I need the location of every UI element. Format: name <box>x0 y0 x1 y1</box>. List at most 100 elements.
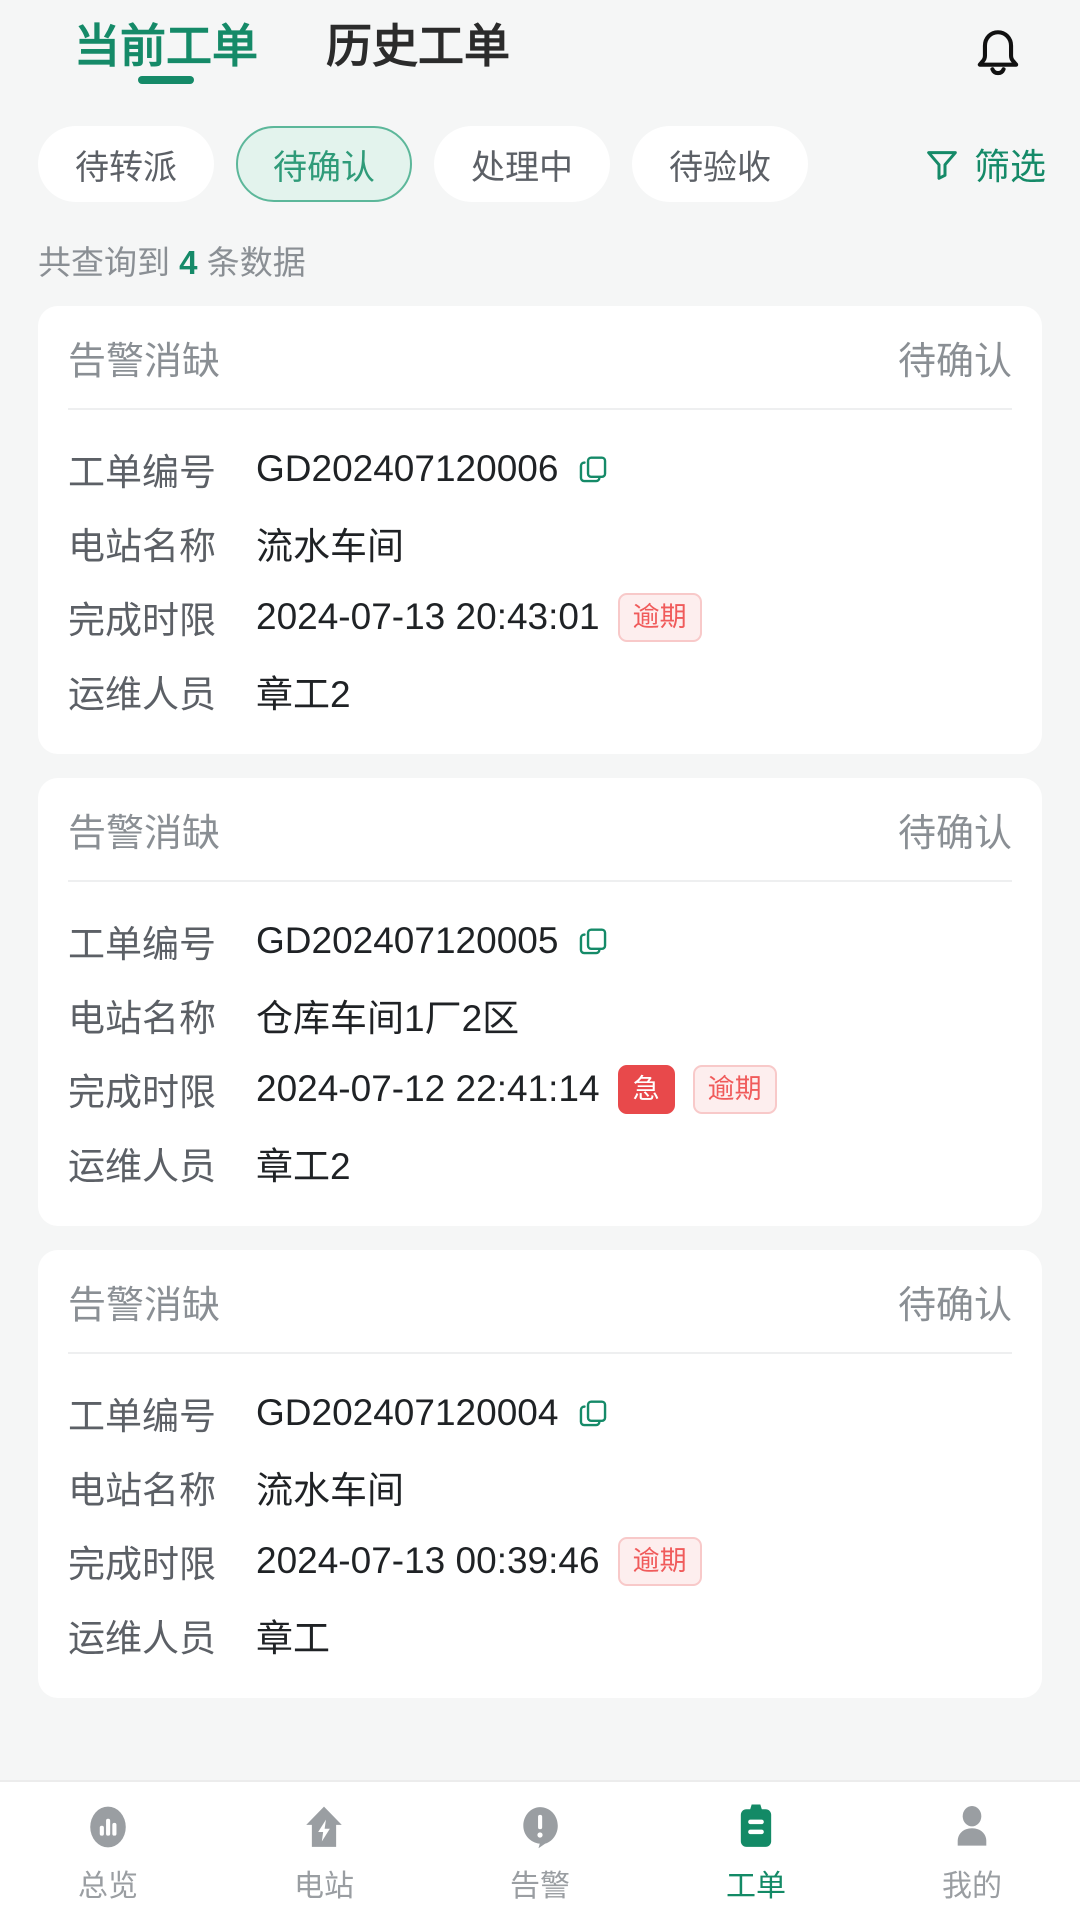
card-type: 告警消缺 <box>68 812 221 855</box>
copy-icon[interactable] <box>576 1396 610 1430</box>
filter-button-label: 筛选 <box>973 146 1046 187</box>
nav-item-overview[interactable]: 总览 <box>0 1797 216 1905</box>
label-deadline: 完成时限 <box>68 1544 216 1585</box>
nav-item-alarm-label: 告警 <box>510 1870 570 1903</box>
bell-icon <box>977 30 1019 76</box>
clipboard-icon-glyph <box>740 1804 772 1847</box>
filter-button[interactable]: 筛选 <box>922 138 1080 190</box>
result-count-prefix: 共查询到 <box>38 244 170 281</box>
value-deadline: 2024-07-12 22:41:14 <box>256 1068 600 1109</box>
card-status: 待确认 <box>897 812 1012 855</box>
chip-in-progress-label: 处理中 <box>471 148 573 187</box>
card-status: 待确认 <box>897 340 1012 383</box>
row-operator: 运维人员 章工 <box>68 1598 1012 1672</box>
result-count-suffix: 条数据 <box>206 244 306 281</box>
value-order-no: GD202407120006 <box>256 448 559 489</box>
row-operator: 运维人员 章工2 <box>68 654 1012 728</box>
nav-item-station-label: 电站 <box>294 1870 354 1903</box>
notification-button[interactable] <box>950 6 1046 102</box>
nav-item-profile[interactable]: 我的 <box>864 1797 1080 1905</box>
bottom-navigation: 总览 电站 告警 工单 我的 <box>0 1780 1080 1920</box>
person-icon <box>946 1797 998 1853</box>
copy-icon-glyph <box>580 1400 607 1427</box>
funnel-icon <box>927 151 957 180</box>
value-order-no-wrap: GD202407120005 <box>256 920 610 962</box>
work-order-card[interactable]: 告警消缺 待确认 工单编号 GD202407120006 电站名称 流水车间 完… <box>38 306 1042 754</box>
nav-item-work-order[interactable]: 工单 <box>648 1797 864 1905</box>
nav-item-work-order-label: 工单 <box>726 1870 786 1903</box>
chart-icon <box>82 1797 134 1853</box>
value-deadline-wrap: 2024-07-12 22:41:14 急 逾期 <box>256 1064 777 1114</box>
nav-item-station[interactable]: 电站 <box>216 1797 432 1905</box>
value-station-name: 仓库车间1厂2区 <box>256 998 520 1039</box>
card-header: 告警消缺 待确认 <box>68 778 1012 882</box>
tab-history-orders[interactable]: 历史工单 <box>326 22 510 86</box>
chip-pending-confirm[interactable]: 待确认 <box>236 126 412 202</box>
copy-icon[interactable] <box>576 924 610 958</box>
alert-icon <box>514 1797 566 1853</box>
badge-overdue: 逾期 <box>617 592 702 642</box>
card-status: 待确认 <box>897 1284 1012 1327</box>
row-deadline: 完成时限 2024-07-13 00:39:46 逾期 <box>68 1524 1012 1598</box>
power-station-icon <box>298 1797 350 1853</box>
copy-icon-glyph <box>580 928 607 955</box>
label-order-no: 工单编号 <box>68 924 216 965</box>
power-station-icon-glyph <box>306 1806 342 1847</box>
badge-overdue: 逾期 <box>692 1064 777 1114</box>
label-order-no: 工单编号 <box>68 452 216 493</box>
value-deadline: 2024-07-13 00:39:46 <box>256 1540 600 1581</box>
row-order-no: 工单编号 GD202407120006 <box>68 432 1012 506</box>
label-station-name: 电站名称 <box>68 526 216 567</box>
value-order-no-wrap: GD202407120004 <box>256 1392 610 1434</box>
work-order-card[interactable]: 告警消缺 待确认 工单编号 GD202407120005 电站名称 仓库车间1厂… <box>38 778 1042 1226</box>
row-order-no: 工单编号 GD202407120004 <box>68 1376 1012 1450</box>
nav-item-alarm[interactable]: 告警 <box>432 1797 648 1905</box>
card-type: 告警消缺 <box>68 340 221 383</box>
value-deadline-wrap: 2024-07-13 00:39:46 逾期 <box>256 1536 702 1586</box>
nav-item-profile-label: 我的 <box>942 1870 1002 1903</box>
label-operator: 运维人员 <box>68 674 216 715</box>
row-operator: 运维人员 章工2 <box>68 1126 1012 1200</box>
chip-pending-acceptance-label: 待验收 <box>669 148 771 187</box>
row-station-name: 电站名称 仓库车间1厂2区 <box>68 978 1012 1052</box>
tab-history-orders-label: 历史工单 <box>326 19 510 72</box>
chip-pending-transfer-label: 待转派 <box>75 148 177 187</box>
copy-icon-glyph <box>580 456 607 483</box>
card-body: 工单编号 GD202407120005 电站名称 仓库车间1厂2区 完成时限 2… <box>68 882 1012 1200</box>
label-station-name: 电站名称 <box>68 1470 216 1511</box>
clipboard-icon <box>730 1797 782 1853</box>
badge-urgent: 急 <box>617 1064 675 1114</box>
card-type: 告警消缺 <box>68 1284 221 1327</box>
chart-icon-glyph <box>90 1806 126 1848</box>
row-order-no: 工单编号 GD202407120005 <box>68 904 1012 978</box>
chip-pending-transfer[interactable]: 待转派 <box>38 126 214 202</box>
alert-icon-glyph <box>523 1807 558 1849</box>
work-order-card[interactable]: 告警消缺 待确认 工单编号 GD202407120004 电站名称 流水车间 完… <box>38 1250 1042 1698</box>
row-deadline: 完成时限 2024-07-12 22:41:14 急 逾期 <box>68 1052 1012 1126</box>
label-order-no: 工单编号 <box>68 1396 216 1437</box>
chip-in-progress[interactable]: 处理中 <box>434 126 610 202</box>
label-station-name: 电站名称 <box>68 998 216 1039</box>
person-icon-glyph <box>957 1805 987 1846</box>
card-body: 工单编号 GD202407120004 电站名称 流水车间 完成时限 2024-… <box>68 1354 1012 1672</box>
value-order-no: GD202407120004 <box>256 1392 559 1433</box>
chip-pending-acceptance[interactable]: 待验收 <box>632 126 808 202</box>
badge-overdue: 逾期 <box>617 1536 702 1586</box>
label-operator: 运维人员 <box>68 1146 216 1187</box>
tab-current-orders[interactable]: 当前工单 <box>74 22 258 86</box>
row-station-name: 电站名称 流水车间 <box>68 506 1012 580</box>
value-order-no-wrap: GD202407120006 <box>256 448 610 490</box>
value-station-name: 流水车间 <box>256 526 404 567</box>
label-deadline: 完成时限 <box>68 600 216 641</box>
value-operator: 章工2 <box>256 674 351 715</box>
card-body: 工单编号 GD202407120006 电站名称 流水车间 完成时限 2024-… <box>68 410 1012 728</box>
copy-icon[interactable] <box>576 452 610 486</box>
value-order-no: GD202407120005 <box>256 920 559 961</box>
value-deadline-wrap: 2024-07-13 20:43:01 逾期 <box>256 592 702 642</box>
top-tab-bar: 当前工单 历史工单 <box>0 0 1080 108</box>
value-station-name: 流水车间 <box>256 1470 404 1511</box>
label-deadline: 完成时限 <box>68 1072 216 1113</box>
value-operator: 章工 <box>256 1618 330 1659</box>
tab-list: 当前工单 历史工单 <box>74 22 950 86</box>
value-deadline: 2024-07-13 20:43:01 <box>256 596 600 637</box>
